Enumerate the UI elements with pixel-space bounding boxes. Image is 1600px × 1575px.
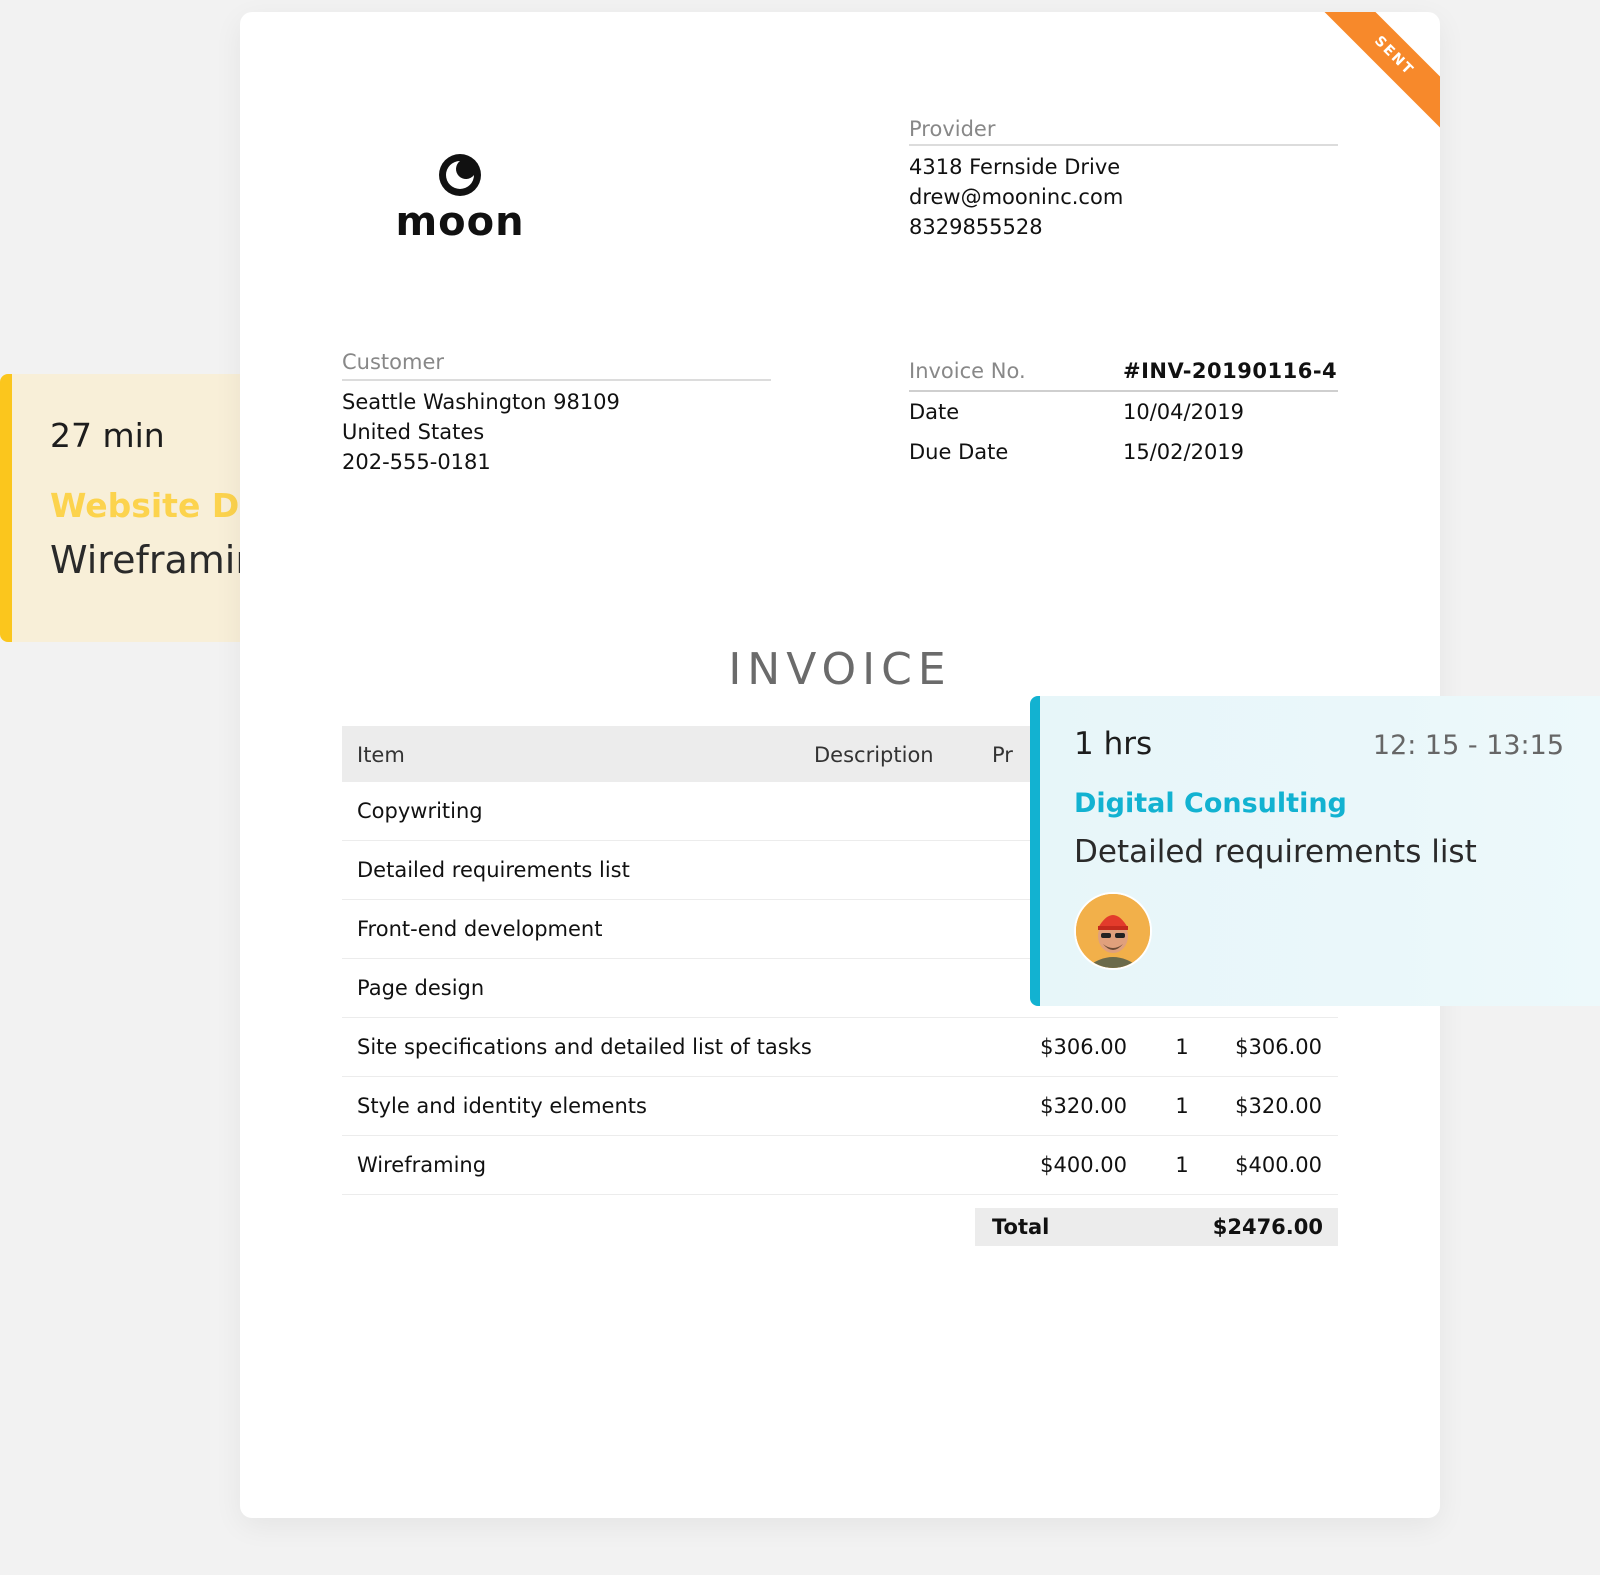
time-entry-range: 12: 15 - 13:15 (1372, 730, 1564, 761)
provider-label: Provider (909, 117, 1338, 146)
invoice-due-row: Due Date 15/02/2019 (909, 432, 1338, 472)
column-header-description: Description (814, 743, 934, 767)
invoice-date-label: Date (909, 400, 960, 424)
item-amount: $320.00 (1235, 1094, 1322, 1118)
time-entry-project: Digital Consulting (1074, 788, 1347, 819)
time-entry-project: Website Des (50, 486, 250, 525)
table-row: Style and identity elements $320.00 1 $3… (342, 1077, 1338, 1136)
invoice-total: Total $2476.00 (975, 1208, 1338, 1246)
column-header-price: Pr (992, 743, 1013, 767)
time-entry-card-cyan[interactable]: 1 hrs 12: 15 - 13:15 Digital Consulting … (1030, 696, 1600, 1006)
invoice-date-row: Date 10/04/2019 (909, 392, 1338, 432)
time-entry-duration: 27 min (50, 416, 165, 455)
item-name: Style and identity elements (357, 1094, 647, 1118)
moon-logo-icon (439, 154, 481, 196)
invoice-due-label: Due Date (909, 440, 1009, 464)
invoice-due-date: 15/02/2019 (1123, 440, 1245, 464)
time-entry-task: Detailed requirements list (1074, 834, 1477, 870)
item-name: Wireframing (357, 1153, 487, 1177)
customer-label: Customer (342, 350, 771, 381)
invoice-title: INVOICE (728, 644, 952, 695)
time-entry-card-yellow[interactable]: 27 min Website Des Wireframin (0, 374, 250, 642)
time-entry-task: Wireframin (50, 538, 250, 582)
customer-country: United States (342, 420, 485, 444)
item-name: Copywriting (357, 799, 483, 823)
item-price: $400.00 (1040, 1153, 1127, 1177)
provider-email: drew@mooninc.com (909, 185, 1124, 209)
logo-wordmark: moon (395, 199, 525, 245)
customer-block: Customer Seattle Washington 98109 United… (342, 350, 771, 477)
item-name: Detailed requirements list (357, 858, 630, 882)
total-label: Total (992, 1215, 1050, 1239)
status-ribbon: SENT (1317, 12, 1440, 133)
table-row: Wireframing $400.00 1 $400.00 (342, 1136, 1338, 1195)
item-amount: $400.00 (1235, 1153, 1322, 1177)
provider-block: Provider 4318 Fernside Drive drew@moonin… (909, 117, 1338, 242)
item-price: $306.00 (1040, 1035, 1127, 1059)
user-avatar[interactable] (1074, 892, 1152, 970)
item-price: $320.00 (1040, 1094, 1127, 1118)
invoice-date: 10/04/2019 (1123, 400, 1245, 424)
invoice-number-label: Invoice No. (909, 359, 1026, 383)
provider-phone: 8329855528 (909, 215, 1043, 239)
time-entry-duration: 1 hrs (1074, 726, 1153, 762)
customer-address: Seattle Washington 98109 (342, 390, 620, 414)
invoice-number: #INV-20190116-4 (1123, 359, 1338, 383)
invoice-meta: Invoice No. #INV-20190116-4 Date 10/04/2… (909, 352, 1338, 472)
item-amount: $306.00 (1235, 1035, 1322, 1059)
avatar-person-icon (1076, 894, 1150, 968)
customer-phone: 202-555-0181 (342, 450, 491, 474)
item-name: Page design (357, 976, 485, 1000)
column-header-item: Item (357, 743, 405, 767)
company-logo: moon (395, 152, 525, 246)
provider-address: 4318 Fernside Drive (909, 155, 1121, 179)
invoice-number-row: Invoice No. #INV-20190116-4 (909, 352, 1338, 392)
table-row: Site specifications and detailed list of… (342, 1018, 1338, 1077)
total-amount: $2476.00 (1212, 1215, 1323, 1239)
item-name: Site specifications and detailed list of… (357, 1035, 812, 1059)
item-name: Front-end development (357, 917, 603, 941)
